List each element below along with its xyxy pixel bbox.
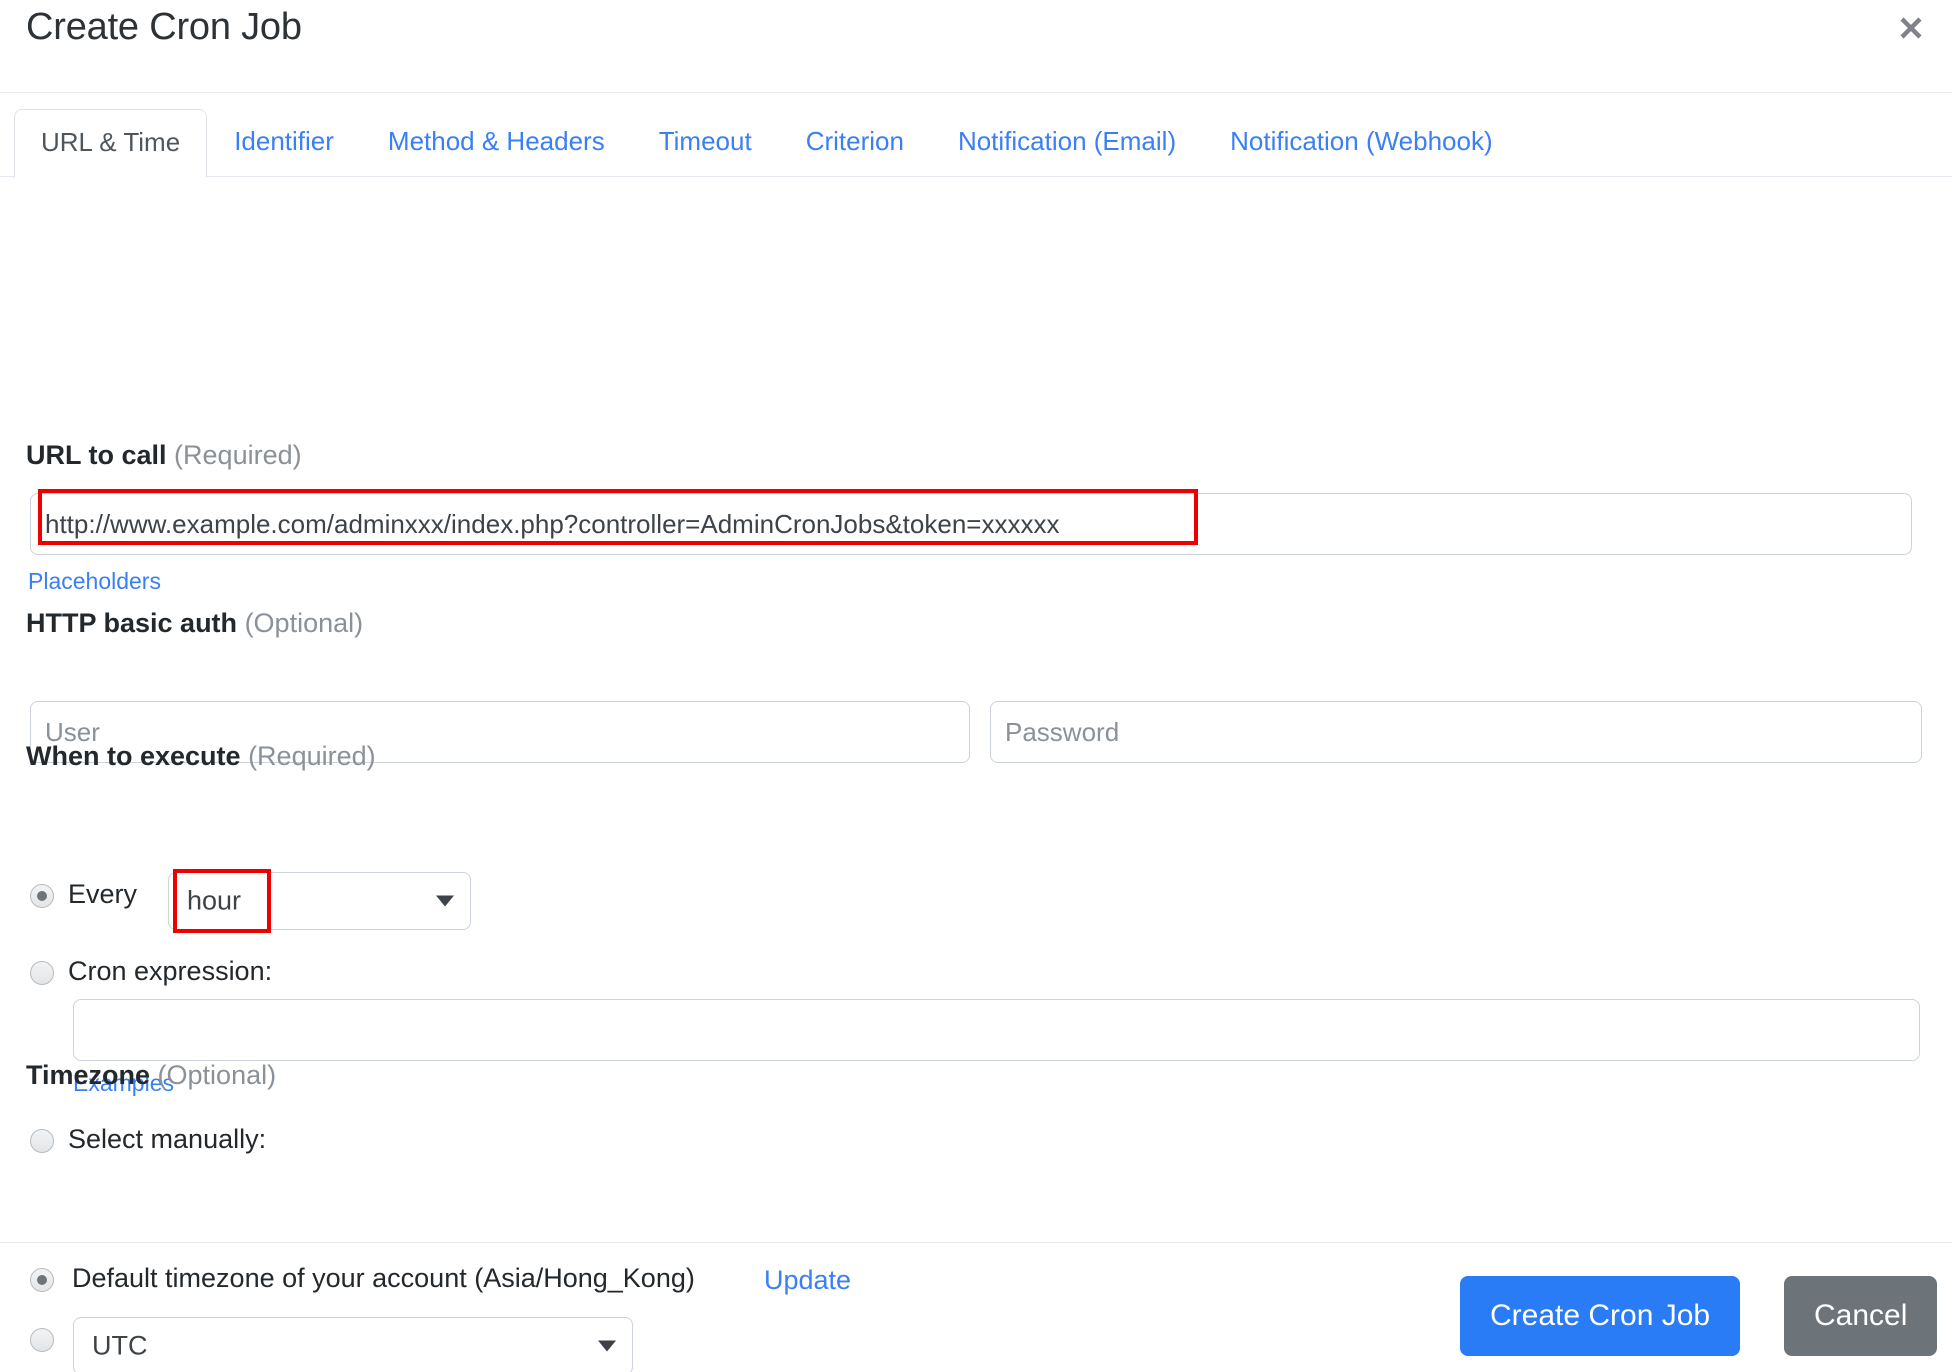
every-interval-value: hour [187, 885, 242, 916]
auth-requirement: (Optional) [244, 608, 364, 638]
dialog-body: URL to call (Required) Placeholders HTTP… [0, 177, 1952, 1372]
url-requirement: (Required) [174, 440, 302, 470]
placeholders-link[interactable]: Placeholders [28, 568, 161, 595]
basic-auth-password-input[interactable] [990, 701, 1922, 763]
when-label-text: When to execute [26, 741, 241, 771]
when-section-label: When to execute (Required) [26, 743, 376, 770]
radio-every[interactable] [30, 884, 54, 908]
dialog-header: Create Cron Job [0, 0, 1952, 93]
timezone-section-label: Timezone (Optional) [26, 1062, 276, 1089]
every-interval-select[interactable]: hour [168, 872, 471, 930]
tab-bar: URL & Time Identifier Method & Headers T… [0, 93, 1952, 178]
when-requirement: (Required) [248, 741, 376, 771]
auth-label-text: HTTP basic auth [26, 608, 238, 638]
dialog-footer: Create Cron Job Cancel [0, 1242, 1952, 1372]
radio-every-label: Every [68, 879, 138, 909]
tab-method-headers[interactable]: Method & Headers [361, 108, 632, 177]
cron-expression-input[interactable] [73, 999, 1920, 1061]
tab-timeout[interactable]: Timeout [632, 108, 779, 177]
timezone-requirement: (Optional) [157, 1060, 277, 1090]
radio-cron-expression[interactable] [30, 961, 54, 985]
page-title: Create Cron Job [26, 6, 302, 48]
close-icon[interactable] [1886, 6, 1936, 50]
radio-select-manually[interactable] [30, 1129, 54, 1153]
create-cron-job-dialog: Create Cron Job URL & Time Identifier Me… [0, 0, 1952, 1372]
radio-select-manually-label: Select manually: [68, 1124, 267, 1154]
tab-notification-webhook[interactable]: Notification (Webhook) [1203, 108, 1520, 177]
cancel-button[interactable]: Cancel [1784, 1276, 1938, 1356]
tab-notification-email[interactable]: Notification (Email) [931, 108, 1203, 177]
url-section-label: URL to call (Required) [26, 442, 302, 469]
tab-criterion[interactable]: Criterion [779, 108, 931, 177]
auth-section-label: HTTP basic auth (Optional) [26, 610, 363, 637]
tab-url-time[interactable]: URL & Time [14, 109, 208, 178]
radio-cron-expression-label: Cron expression: [68, 956, 273, 986]
url-label-text: URL to call [26, 440, 167, 470]
timezone-label-text: Timezone [26, 1060, 151, 1090]
url-input[interactable] [30, 493, 1912, 555]
chevron-down-icon [436, 895, 454, 907]
tab-identifier[interactable]: Identifier [207, 108, 361, 177]
create-cron-job-button[interactable]: Create Cron Job [1460, 1276, 1741, 1356]
